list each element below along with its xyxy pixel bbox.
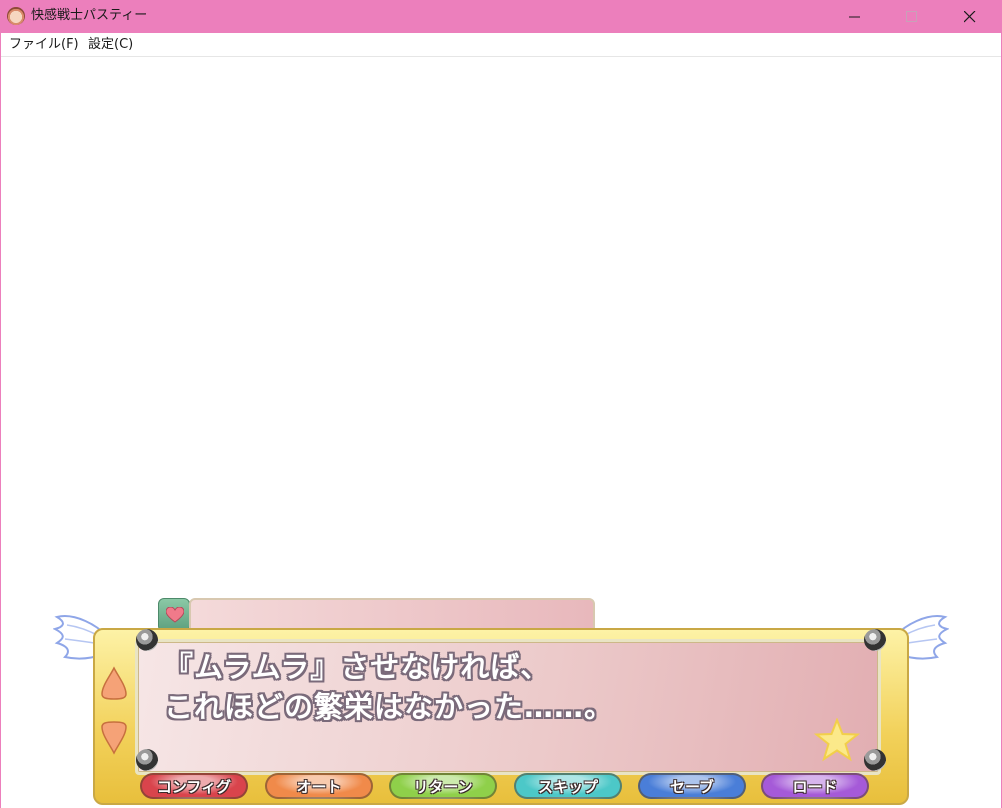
skip-button[interactable]: スキップ — [514, 773, 622, 799]
menu-file[interactable]: ファイル(F) — [9, 37, 79, 53]
dialogue-line-2: これほどの繁栄はなかった……。 — [164, 690, 615, 724]
save-button[interactable]: セーブ — [638, 773, 746, 799]
screw-ornament — [864, 749, 886, 771]
auto-button-label: オート — [296, 777, 342, 796]
dialogue-line-1: 『ムラムラ』させなければ、 — [164, 650, 551, 684]
arrow-up-icon — [101, 666, 127, 700]
maximize-button[interactable] — [889, 0, 935, 33]
maximize-icon — [906, 11, 917, 22]
game-canvas[interactable]: 『ムラムラ』させなければ、 これほどの繁栄はなかった……。 コンフィグ オート … — [1, 57, 1001, 808]
scroll-down-button[interactable] — [100, 721, 128, 755]
name-heart-plate — [158, 598, 190, 632]
heart-icon — [166, 607, 184, 623]
menu-bar: ファイル(F) 設定(C) — [0, 33, 1002, 57]
load-button-label: ロード — [792, 777, 838, 796]
save-button-label: セーブ — [669, 777, 715, 796]
screw-ornament — [136, 749, 158, 771]
return-button[interactable]: リターン — [389, 773, 497, 799]
config-button[interactable]: コンフィグ — [140, 773, 248, 799]
scroll-up-button[interactable] — [100, 666, 128, 700]
return-button-label: リターン — [413, 777, 473, 796]
screw-ornament — [136, 629, 158, 651]
minimize-icon — [849, 16, 860, 18]
load-button[interactable]: ロード — [761, 773, 869, 799]
title-bar[interactable]: 快感戦士パスティー — [0, 0, 1002, 33]
close-icon — [964, 11, 976, 23]
auto-button[interactable]: オート — [265, 773, 373, 799]
screw-ornament — [864, 629, 886, 651]
app-icon — [7, 7, 25, 25]
close-button[interactable] — [947, 0, 993, 33]
arrow-down-icon — [101, 721, 127, 755]
config-button-label: コンフィグ — [156, 777, 232, 796]
minimize-button[interactable] — [832, 0, 878, 33]
dialogue-text: 『ムラムラ』させなければ、 これほどの繁栄はなかった……。 — [164, 647, 864, 727]
star-icon — [814, 718, 860, 762]
skip-button-label: スキップ — [537, 777, 598, 796]
command-button-bar: コンフィグ オート リターン スキップ セーブ ロード — [1, 773, 1001, 803]
menu-settings[interactable]: 設定(C) — [88, 37, 133, 53]
window-title: 快感戦士パスティー — [31, 8, 148, 23]
